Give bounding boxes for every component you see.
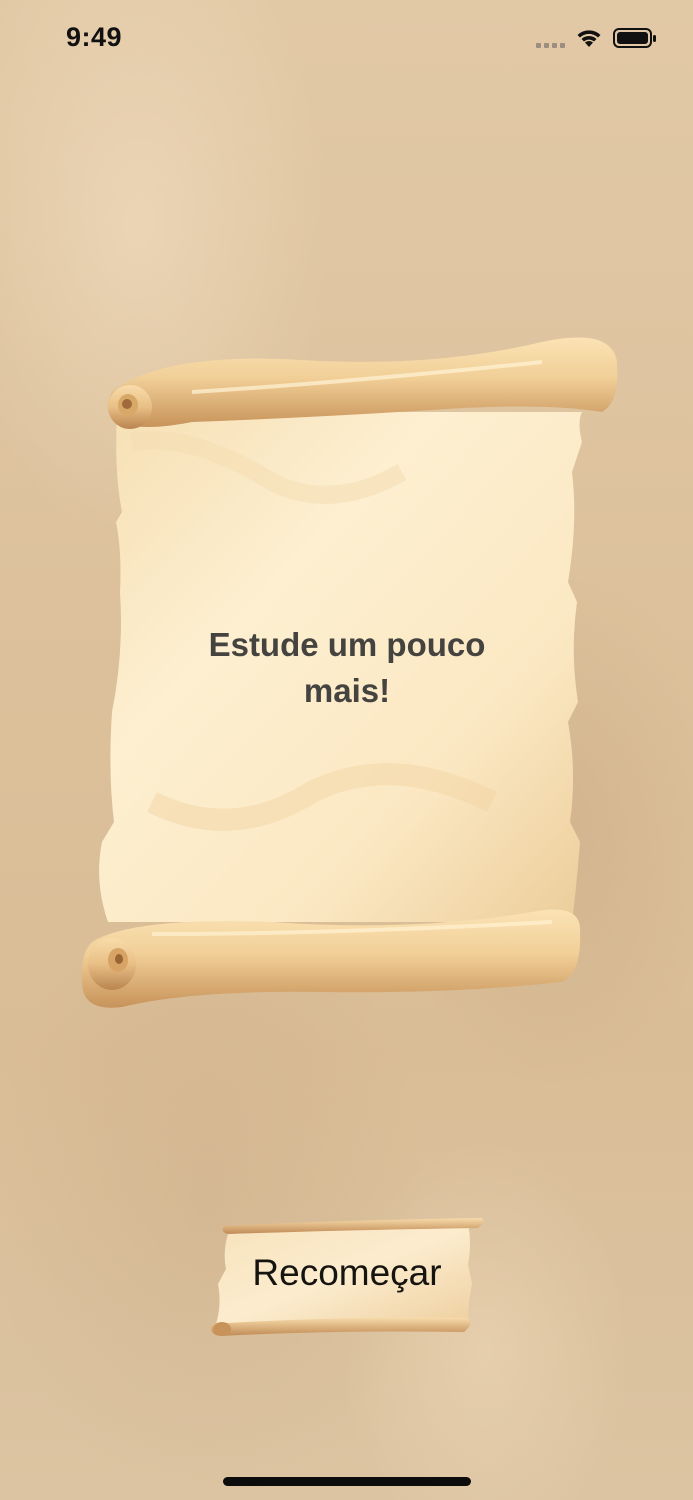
parchment-scroll: Estude um pouco mais! (72, 322, 622, 1012)
home-indicator[interactable] (223, 1477, 471, 1486)
status-time: 9:49 (66, 22, 123, 52)
signal-icon (536, 28, 565, 48)
status-icons (536, 26, 657, 50)
battery-icon (613, 27, 657, 49)
wifi-icon (575, 27, 603, 49)
result-message: Estude um pouco mais! (208, 626, 486, 709)
status-bar: 9:49 (0, 0, 693, 76)
restart-button-label: Recomeçar (252, 1252, 442, 1293)
restart-button[interactable]: Recomeçar (206, 1214, 488, 1338)
